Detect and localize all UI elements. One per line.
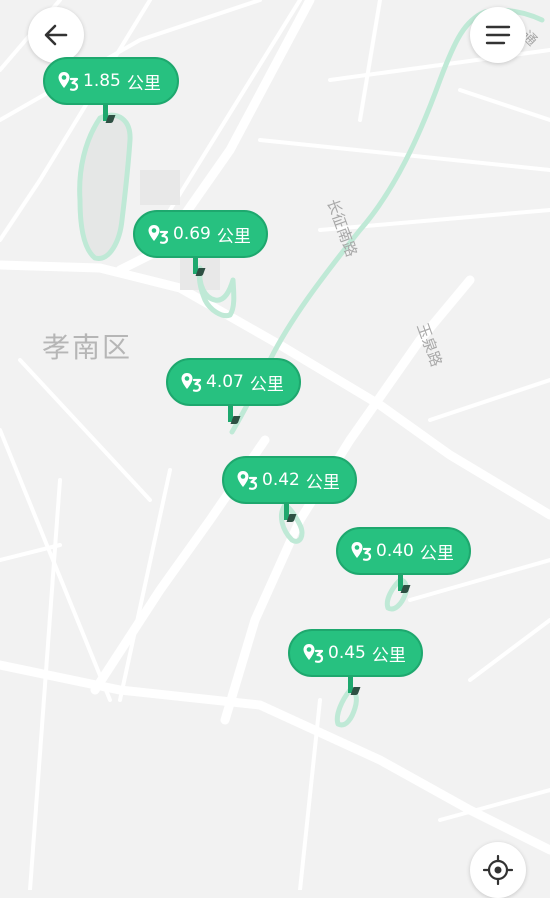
- district-label: 孝南区: [42, 331, 133, 364]
- marker-unit: 公里: [126, 73, 161, 94]
- marker-stem-shadow: [105, 115, 116, 123]
- route-pin-icon: [302, 642, 324, 664]
- marker-distance: 1.85: [83, 71, 121, 91]
- route-marker-5[interactable]: 0.40 公里: [336, 527, 471, 597]
- marker-bubble: 0.42 公里: [222, 456, 357, 504]
- route-pin-icon: [180, 371, 202, 393]
- marker-distance: 4.07: [206, 372, 244, 392]
- marker-unit: 公里: [216, 226, 251, 247]
- marker-distance: 0.40: [376, 541, 414, 561]
- route-pin-icon: [147, 223, 169, 245]
- marker-unit: 公里: [371, 645, 406, 666]
- map-roads: [0, 0, 550, 890]
- marker-bubble: 0.45 公里: [288, 629, 423, 677]
- arrow-left-icon: [42, 21, 70, 49]
- marker-distance: 0.45: [328, 643, 366, 663]
- marker-stem-shadow: [230, 416, 241, 424]
- menu-icon: [484, 23, 512, 47]
- route-marker-4[interactable]: 0.42 公里: [222, 456, 357, 526]
- marker-bubble: 1.85 公里: [43, 57, 179, 105]
- marker-stem-shadow: [195, 268, 206, 276]
- route-pin-icon: [236, 469, 258, 491]
- marker-unit: 公里: [419, 543, 454, 564]
- marker-unit: 公里: [305, 472, 340, 493]
- marker-bubble: 0.69 公里: [133, 210, 268, 258]
- route-marker-6[interactable]: 0.45 公里: [288, 629, 423, 699]
- route-marker-1[interactable]: 1.85 公里: [43, 57, 179, 127]
- route-marker-3[interactable]: 4.07 公里: [166, 358, 301, 428]
- marker-distance: 0.69: [173, 224, 211, 244]
- marker-bubble: 0.40 公里: [336, 527, 471, 575]
- marker-stem-shadow: [286, 514, 297, 522]
- route-pin-icon: [350, 540, 372, 562]
- route-marker-2[interactable]: 0.69 公里: [133, 210, 268, 280]
- marker-stem-shadow: [350, 687, 361, 695]
- locate-icon: [482, 854, 514, 886]
- route-pin-icon: [57, 70, 79, 92]
- marker-unit: 公里: [249, 374, 284, 395]
- marker-bubble: 4.07 公里: [166, 358, 301, 406]
- marker-stem-shadow: [400, 585, 411, 593]
- marker-distance: 0.42: [262, 470, 300, 490]
- map-canvas[interactable]: 孝南区 长征南路 玉泉路 通: [0, 0, 550, 890]
- back-button[interactable]: [28, 7, 84, 63]
- menu-button[interactable]: [470, 7, 526, 63]
